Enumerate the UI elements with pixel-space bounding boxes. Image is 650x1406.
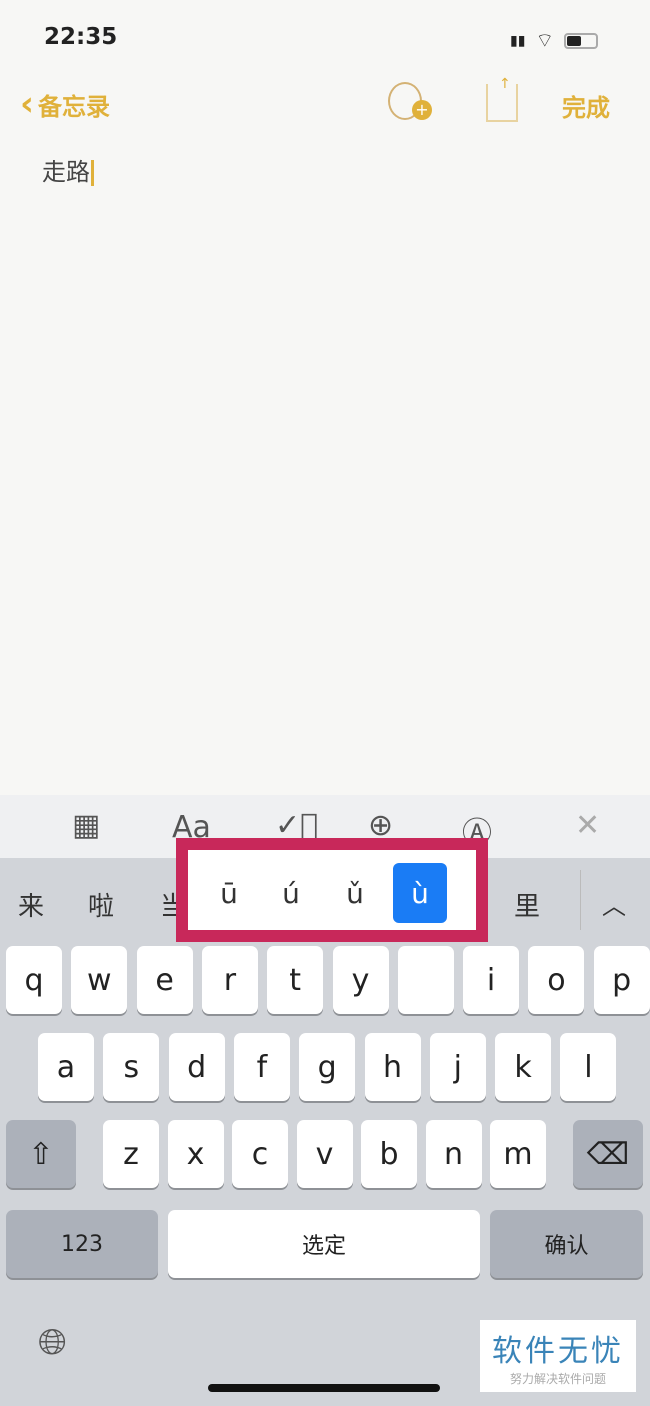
table-icon[interactable]: ▦ (72, 808, 100, 843)
key-c[interactable]: c (232, 1120, 288, 1188)
add-person-button[interactable]: + (388, 82, 438, 122)
key-r[interactable]: r (201, 946, 258, 1014)
watermark-title: 软件无忧 (492, 1334, 624, 1369)
delete-key[interactable]: ⌫ (573, 1120, 643, 1188)
key-j[interactable]: j (429, 1033, 486, 1101)
watermark-logo: 软件无忧 努力解决软件问题 (480, 1320, 636, 1392)
key-s[interactable]: s (103, 1033, 160, 1101)
text-caret (91, 160, 94, 186)
done-button[interactable]: 完成 (562, 88, 610, 123)
key-f[interactable]: f (233, 1033, 290, 1101)
key-k[interactable]: k (495, 1033, 552, 1101)
candidate[interactable]: 里 (514, 886, 540, 923)
key-p[interactable]: p (593, 946, 650, 1014)
note-body[interactable]: 走路 (42, 152, 94, 187)
share-icon: ↑ (499, 76, 511, 92)
key-t[interactable]: t (267, 946, 324, 1014)
key-d[interactable]: d (168, 1033, 225, 1101)
accent-option[interactable]: ú (264, 863, 318, 923)
key-h[interactable]: h (364, 1033, 421, 1101)
key-i[interactable]: i (463, 946, 520, 1014)
key-o[interactable]: o (528, 946, 585, 1014)
key-g[interactable]: g (299, 1033, 356, 1101)
shift-icon: ⇧ (28, 1136, 54, 1172)
key-l[interactable]: l (560, 1033, 617, 1101)
key-x[interactable]: x (167, 1120, 224, 1188)
status-time: 22:35 (44, 24, 118, 50)
numbers-key[interactable]: 123 (6, 1210, 158, 1278)
key-q[interactable]: q (6, 946, 62, 1014)
shift-key[interactable]: ⇧ (6, 1120, 76, 1188)
note-text: 走路 (42, 158, 90, 186)
candidate[interactable]: 来 (18, 886, 44, 923)
accent-option-selected[interactable]: ù (393, 863, 447, 923)
key-w[interactable]: w (71, 946, 128, 1014)
status-icons: ▮▮ ⌔ (510, 28, 599, 53)
key-b[interactable]: b (361, 1120, 417, 1188)
candidate[interactable]: 啦 (88, 886, 114, 923)
space-key[interactable]: 选定 (168, 1210, 480, 1278)
back-button[interactable]: ‹ 备忘录 (20, 84, 110, 124)
globe-icon[interactable]: 🌐︎ (38, 1322, 67, 1364)
signal-icon: ▮▮ (510, 32, 526, 49)
battery-icon (564, 32, 599, 49)
key-y[interactable]: y (332, 946, 389, 1014)
chevron-left-icon: ‹ (20, 84, 35, 124)
home-indicator (208, 1384, 440, 1392)
key-m[interactable]: m (490, 1120, 546, 1188)
share-button[interactable]: ↑ (486, 76, 518, 122)
key-u-pressed[interactable] (397, 946, 454, 1014)
key-e[interactable]: e (136, 946, 193, 1014)
key-z[interactable]: z (103, 1120, 159, 1188)
close-icon[interactable]: ✕ (575, 808, 600, 843)
key-a[interactable]: a (38, 1033, 94, 1101)
expand-candidates-button[interactable]: ︿ (602, 886, 626, 921)
candidate-divider (580, 870, 581, 930)
watermark-subtitle: 努力解决软件问题 (509, 1372, 606, 1386)
accent-option[interactable]: ǔ (328, 863, 382, 923)
back-label: 备忘录 (38, 92, 111, 121)
wifi-icon: ⌔ (535, 28, 555, 52)
key-v[interactable]: v (296, 1120, 353, 1188)
confirm-key[interactable]: 确认 (490, 1210, 643, 1278)
key-n[interactable]: n (425, 1120, 482, 1188)
accent-option[interactable]: ū (202, 863, 256, 923)
delete-icon: ⌫ (586, 1136, 630, 1172)
